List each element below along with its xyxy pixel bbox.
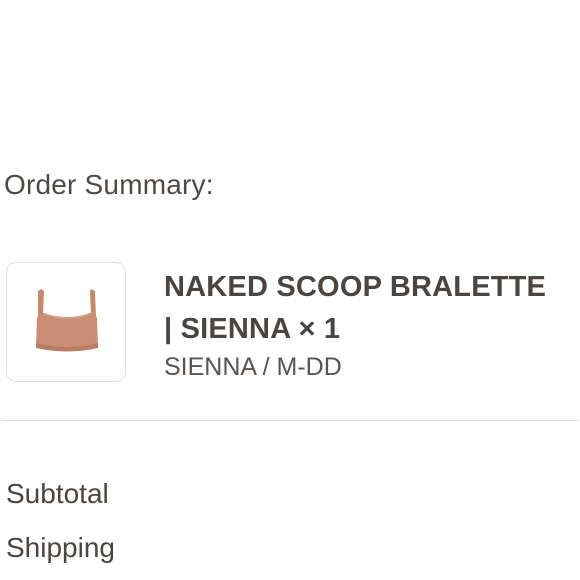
product-variant: SIENNA / M-DD (164, 353, 342, 381)
order-summary-page: Order Summary: NAKED SCOOP BRALETTE | SI… (0, 0, 580, 580)
product-title-line-1: NAKED SCOOP BRALETTE (164, 271, 547, 303)
divider (2, 420, 578, 421)
order-summary-heading: Order Summary: (4, 169, 214, 200)
product-title-line-2: | SIENNA × 1 (164, 313, 341, 345)
product-title: NAKED SCOOP BRALETTE | SIENNA × 1 (164, 266, 574, 350)
product-thumbnail[interactable] (6, 262, 126, 382)
bralette-product-image (36, 289, 98, 352)
subtotal-label: Subtotal (6, 478, 109, 509)
shipping-label: Shipping (6, 532, 115, 563)
